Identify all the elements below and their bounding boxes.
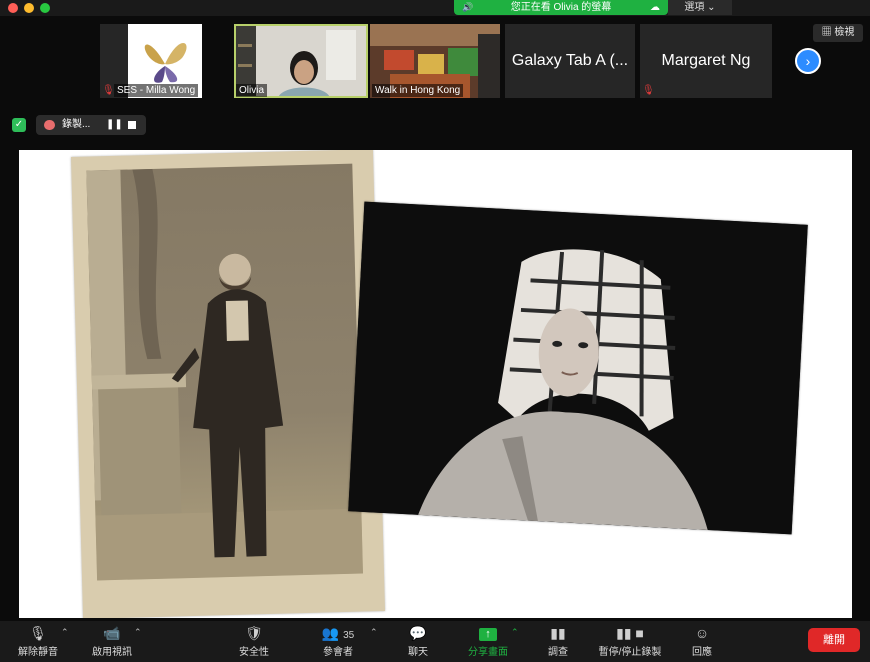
participant-tile-milla-wong[interactable]: 🎙 SES - Milla Wong xyxy=(100,24,202,98)
participant-name: SES - Milla Wong xyxy=(114,84,199,97)
close-window-button[interactable] xyxy=(8,3,18,13)
video-off-icon: 📹 xyxy=(103,625,121,641)
woman-with-headscarf-photo xyxy=(348,201,808,535)
pause-stop-recording-button[interactable]: ▮▮ ■ 暫停/停止錄製 xyxy=(594,621,666,662)
participants-button[interactable]: 👥 35 參會者 xyxy=(312,621,364,662)
participant-tile-galaxy-tab[interactable]: Galaxy Tab A (... xyxy=(505,24,635,98)
participant-tile-margaret-ng[interactable]: Margaret Ng 🎙 xyxy=(640,24,772,98)
title-bar: 🔊 您正在看 Olivia 的螢幕 ☁ 選項 ⌄ xyxy=(0,0,870,16)
participants-count: 35 xyxy=(343,630,355,641)
muted-mic-icon: 🎙 xyxy=(29,625,47,641)
victorian-man-photo xyxy=(71,150,385,618)
bar-chart-icon: ▮▮ xyxy=(550,625,566,641)
next-page-button[interactable]: › xyxy=(795,48,821,74)
participant-thumbnails: 🎙 SES - Milla Wong Olivia Walk in Hong K… xyxy=(0,24,870,98)
chat-button[interactable]: 💬 聊天 xyxy=(392,621,444,662)
people-icon: 👥 xyxy=(321,625,340,641)
smiley-icon: ☺ xyxy=(694,625,710,641)
participant-name: Olivia xyxy=(236,84,268,97)
woman-portrait-illustration xyxy=(348,201,808,535)
cloud-icon: ☁ xyxy=(650,2,660,13)
cloud-record-icon xyxy=(44,120,55,130)
meeting-toolbar: 🎙 解除靜音 ⌃ 📹 啟用視訊 ⌃ 🛡 安全性 👥 35 參會者 ⌃ 💬 聊天 … xyxy=(0,621,870,662)
photo-image-area xyxy=(86,163,364,581)
unmute-button[interactable]: 🎙 解除靜音 xyxy=(12,621,64,662)
share-arrow-icon: ↑ xyxy=(479,627,497,641)
participants-options-caret[interactable]: ⌃ xyxy=(370,627,378,638)
shield-icon: 🛡 xyxy=(245,625,263,641)
viewing-screen-banner: 🔊 您正在看 Olivia 的螢幕 ☁ xyxy=(454,0,668,15)
share-screen-button[interactable]: ↑ 分享畫面 xyxy=(460,621,516,662)
audio-options-caret[interactable]: ⌃ xyxy=(61,627,69,638)
security-button[interactable]: 🛡 安全性 xyxy=(228,621,280,662)
participant-name: Walk in Hong Kong xyxy=(372,84,464,97)
stop-recording-button[interactable] xyxy=(128,121,136,129)
participant-name: Margaret Ng xyxy=(661,52,751,69)
chat-bubble-icon: 💬 xyxy=(409,625,427,641)
recording-label: 錄製... xyxy=(62,119,91,130)
share-options-caret[interactable]: ⌃ xyxy=(511,627,519,638)
polls-button[interactable]: ▮▮ 調查 xyxy=(532,621,584,662)
chevron-right-icon: › xyxy=(805,53,811,69)
participant-name: Galaxy Tab A (... xyxy=(511,52,629,69)
reactions-button[interactable]: ☺ 回應 xyxy=(678,621,726,662)
muted-mic-icon: 🎙 xyxy=(642,85,655,96)
pause-stop-icon: ▮▮ ■ xyxy=(616,625,644,641)
participant-tile-olivia[interactable]: Olivia xyxy=(234,24,368,98)
zoom-window-button[interactable] xyxy=(40,3,50,13)
view-button[interactable]: ▦ 檢視 xyxy=(813,24,863,42)
participant-tile-walk-in-hong-kong[interactable]: Walk in Hong Kong xyxy=(370,24,500,98)
view-options-button[interactable]: 選項 ⌄ xyxy=(668,0,732,15)
grid-icon: ▦ xyxy=(821,27,832,38)
security-shield-icon: ✓ xyxy=(12,118,26,132)
standing-man-illustration xyxy=(86,168,364,581)
viewing-text: 您正在看 Olivia 的螢幕 xyxy=(510,2,612,13)
start-video-button[interactable]: 📹 啟用視訊 xyxy=(86,621,138,662)
pause-recording-button[interactable]: ❚❚ xyxy=(106,115,123,135)
shared-screen xyxy=(19,150,852,618)
minimize-window-button[interactable] xyxy=(24,3,34,13)
speaker-icon: 🔊 xyxy=(462,2,474,12)
muted-mic-icon: 🎙 xyxy=(102,85,115,96)
video-options-caret[interactable]: ⌃ xyxy=(134,627,142,638)
leave-meeting-button[interactable]: 離開 xyxy=(808,628,860,652)
recording-indicator: 錄製... ❚❚ xyxy=(36,115,146,135)
